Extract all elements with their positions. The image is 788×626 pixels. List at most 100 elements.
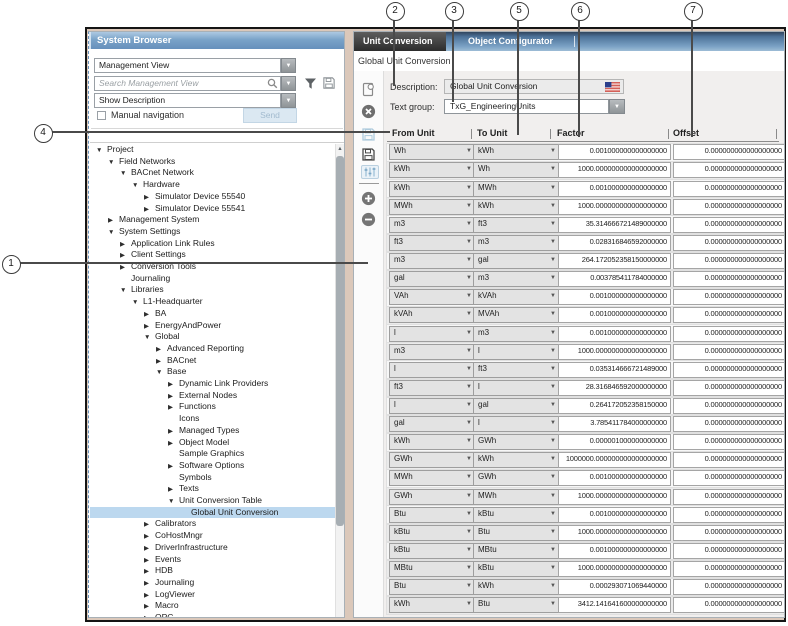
factor-input[interactable]: 0.003785411784000000 (558, 271, 671, 287)
factor-input[interactable]: 0.001000000000000000 (558, 144, 671, 160)
to-unit-select[interactable]: l▼ (473, 380, 560, 396)
from-unit-select[interactable]: l▼ (389, 362, 476, 378)
offset-input[interactable]: 0.000000000000000000 (673, 543, 785, 559)
offset-input[interactable]: 0.000000000000000000 (673, 452, 785, 468)
factor-input[interactable]: 0.000293071069440000 (558, 579, 671, 595)
factor-input[interactable]: 0.001000000000000000 (558, 289, 671, 305)
to-unit-select[interactable]: gal▼ (473, 253, 560, 269)
to-unit-select[interactable]: MBtu▼ (473, 543, 560, 559)
tree-item-icons[interactable]: Icons (90, 413, 345, 425)
from-unit-select[interactable]: m3▼ (389, 344, 476, 360)
tree-item-software-options[interactable]: ▶Software Options (90, 460, 345, 472)
from-unit-select[interactable]: l▼ (389, 326, 476, 342)
factor-input[interactable]: 1000.000000000000000000 (558, 561, 671, 577)
tree-item-simulator-device-55540[interactable]: ▶Simulator Device 55540 (90, 191, 345, 203)
tree-item-logviewer[interactable]: ▶LogViewer (90, 589, 345, 601)
offset-input[interactable]: 0.000000000000000000 (673, 271, 785, 287)
offset-input[interactable]: 0.000000000000000000 (673, 416, 785, 432)
tree-item-calibrators[interactable]: ▶Calibrators (90, 518, 345, 530)
tree-item-management-system[interactable]: ▶Management System (90, 214, 345, 226)
factor-input[interactable]: 0.001000000000000000 (558, 507, 671, 523)
from-unit-select[interactable]: m3▼ (389, 217, 476, 233)
offset-input[interactable]: 0.000000000000000000 (673, 181, 785, 197)
from-unit-select[interactable]: kWh▼ (389, 162, 476, 178)
factor-input[interactable]: 1000.000000000000000000 (558, 344, 671, 360)
to-unit-select[interactable]: kWh▼ (473, 452, 560, 468)
to-unit-select[interactable]: Btu▼ (473, 597, 560, 613)
offset-input[interactable]: 0.000000000000000000 (673, 380, 785, 396)
factor-input[interactable]: 0.001000000000000000 (558, 307, 671, 323)
to-unit-select[interactable]: Btu▼ (473, 525, 560, 541)
factor-input[interactable]: 3412.141641600000000000 (558, 597, 671, 613)
factor-input[interactable]: 1000.000000000000000000 (558, 162, 671, 178)
to-unit-select[interactable]: m3▼ (473, 271, 560, 287)
tree-item-project[interactable]: ▼Project (90, 144, 340, 156)
tree-item-events[interactable]: ▶Events (90, 554, 345, 566)
tree-item-managed-types[interactable]: ▶Managed Types (90, 425, 345, 437)
factor-input[interactable]: 0.001000000000000000 (558, 543, 671, 559)
offset-input[interactable]: 0.000000000000000000 (673, 253, 785, 269)
offset-input[interactable]: 0.000000000000000000 (673, 362, 785, 378)
to-unit-select[interactable]: MWh▼ (473, 489, 560, 505)
tree-item-functions[interactable]: ▶Functions (90, 401, 345, 413)
tree-item-base[interactable]: ▼Base (90, 366, 345, 378)
tree-item-opc[interactable]: ▶OPC (90, 612, 345, 618)
factor-input[interactable]: 0.001000000000000000 (558, 470, 671, 486)
from-unit-select[interactable]: MWh▼ (389, 199, 476, 215)
tree-item-global[interactable]: ▼Global (90, 331, 345, 343)
offset-input[interactable]: 0.000000000000000000 (673, 489, 785, 505)
offset-input[interactable]: 0.000000000000000000 (673, 217, 785, 233)
from-unit-select[interactable]: m3▼ (389, 253, 476, 269)
to-unit-select[interactable]: ft3▼ (473, 362, 560, 378)
offset-input[interactable]: 0.000000000000000000 (673, 525, 785, 541)
tree-collapsed-icon[interactable]: ▶ (144, 613, 155, 618)
offset-input[interactable]: 0.000000000000000000 (673, 235, 785, 251)
from-unit-select[interactable]: VAh▼ (389, 289, 476, 305)
to-unit-select[interactable]: MVAh▼ (473, 307, 560, 323)
to-unit-select[interactable]: GWh▼ (473, 470, 560, 486)
factor-input[interactable]: 1000.000000000000000000 (558, 199, 671, 215)
tree-item-hdb[interactable]: ▶HDB (90, 565, 345, 577)
to-unit-select[interactable]: gal▼ (473, 398, 560, 414)
tree-item-cohostmngr[interactable]: ▶CoHostMngr (90, 530, 345, 542)
factor-input[interactable]: 3.785411784000000000 (558, 416, 671, 432)
factor-input[interactable]: 0.028316846592000000 (558, 235, 671, 251)
tree-item-field-networks[interactable]: ▼Field Networks (90, 156, 345, 168)
factor-input[interactable]: 28.316846592000000000 (558, 380, 671, 396)
from-unit-select[interactable]: MWh▼ (389, 470, 476, 486)
factor-input[interactable]: 0.001000000000000000 (558, 181, 671, 197)
tree-item-system-settings[interactable]: ▼System Settings (90, 226, 345, 238)
tree-item-bacnet[interactable]: ▶BACnet (90, 355, 345, 367)
tree-item-libraries[interactable]: ▼Libraries (90, 284, 345, 296)
offset-input[interactable]: 0.000000000000000000 (673, 507, 785, 523)
offset-input[interactable]: 0.000000000000000000 (673, 289, 785, 305)
tree-item-hardware[interactable]: ▼Hardware (90, 179, 345, 191)
factor-input[interactable]: 0.000001000000000000 (558, 434, 671, 450)
offset-input[interactable]: 0.000000000000000000 (673, 144, 785, 160)
tree-item-macro[interactable]: ▶Macro (90, 600, 345, 612)
tree-item-texts[interactable]: ▶Texts (90, 483, 345, 495)
tree-item-global-unit-conversion[interactable]: Global Unit Conversion (90, 507, 345, 519)
to-unit-select[interactable]: kBtu▼ (473, 507, 560, 523)
factor-input[interactable]: 264.172052358150000000 (558, 253, 671, 269)
to-unit-select[interactable]: ft3▼ (473, 217, 560, 233)
offset-input[interactable]: 0.000000000000000000 (673, 199, 785, 215)
tree-item-ba[interactable]: ▶BA (90, 308, 345, 320)
to-unit-select[interactable]: kWh▼ (473, 144, 560, 160)
to-unit-select[interactable]: Wh▼ (473, 162, 560, 178)
factor-input[interactable]: 1000000.000000000000000000 (558, 452, 671, 468)
tree-item-symbols[interactable]: Symbols (90, 472, 345, 484)
from-unit-select[interactable]: Btu▼ (389, 579, 476, 595)
from-unit-select[interactable]: GWh▼ (389, 452, 476, 468)
offset-input[interactable]: 0.000000000000000000 (673, 561, 785, 577)
tree-item-journaling[interactable]: ▶Journaling (90, 577, 345, 589)
offset-input[interactable]: 0.000000000000000000 (673, 307, 785, 323)
tree-item-client-settings[interactable]: ▶Client Settings (90, 249, 345, 261)
tree-item-sample-graphics[interactable]: Sample Graphics (90, 448, 345, 460)
tree-item-energyandpower[interactable]: ▶EnergyAndPower (90, 320, 345, 332)
to-unit-select[interactable]: GWh▼ (473, 434, 560, 450)
offset-input[interactable]: 0.000000000000000000 (673, 162, 785, 178)
to-unit-select[interactable]: kVAh▼ (473, 289, 560, 305)
tree-item-external-nodes[interactable]: ▶External Nodes (90, 390, 345, 402)
offset-input[interactable]: 0.000000000000000000 (673, 434, 785, 450)
